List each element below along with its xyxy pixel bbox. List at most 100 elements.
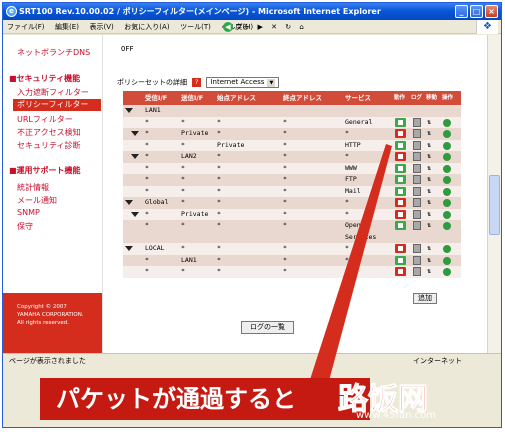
log-icon[interactable] <box>413 186 421 196</box>
pass-action-icon[interactable] <box>395 186 406 196</box>
sidebar-item-intrusion-detection[interactable]: 不正アクセス検知 <box>17 127 81 138</box>
sidebar-item-mail-notify[interactable]: メール通知 <box>17 195 57 206</box>
policy-set-select[interactable]: Internet Access ▼ <box>206 77 280 88</box>
move-arrows-icon[interactable]: ⇅ <box>427 243 431 255</box>
scrollbar-thumb[interactable] <box>489 175 500 235</box>
menu-favorites[interactable]: お気に入り(A) <box>120 20 173 34</box>
stop-icon[interactable]: ✕ <box>271 21 277 34</box>
log-icon[interactable] <box>413 198 421 207</box>
collapse-triangle-icon[interactable] <box>125 200 133 205</box>
operation-dot-icon[interactable] <box>443 153 451 161</box>
collapse-triangle-icon[interactable] <box>125 108 133 113</box>
table-cell: * <box>181 175 185 183</box>
log-icon[interactable] <box>413 163 421 173</box>
move-arrows-icon[interactable]: ⇅ <box>427 117 431 129</box>
table-cell: * <box>145 267 149 275</box>
operation-dot-icon[interactable] <box>443 256 451 265</box>
log-list-button[interactable]: ログの一覧 <box>241 321 294 334</box>
collapse-triangle-icon[interactable] <box>131 131 139 136</box>
sidebar-item-snmp[interactable]: SNMP <box>17 208 40 217</box>
collapse-triangle-icon[interactable] <box>125 246 133 251</box>
move-arrows-icon[interactable]: ⇅ <box>427 209 431 221</box>
log-icon[interactable] <box>413 244 421 253</box>
operation-dot-icon[interactable] <box>443 222 451 230</box>
pass-action-icon[interactable] <box>395 221 406 230</box>
help-icon[interactable]: ? <box>192 78 202 87</box>
move-arrows-icon[interactable]: ⇅ <box>427 163 431 175</box>
log-icon[interactable] <box>413 221 421 230</box>
table-cell: * <box>283 267 287 275</box>
move-arrows-icon[interactable]: ⇅ <box>427 174 431 186</box>
menu-edit[interactable]: 編集(E) <box>51 20 83 34</box>
pass-action-icon[interactable] <box>395 117 406 127</box>
move-arrows-icon[interactable]: ⇅ <box>427 186 431 198</box>
reject-action-icon[interactable] <box>395 198 406 207</box>
close-button[interactable]: × <box>485 5 498 18</box>
reject-action-icon[interactable] <box>395 152 406 161</box>
table-cell: * <box>145 209 149 218</box>
sidebar-item-netvolante-dns[interactable]: ネットボランチDNS <box>17 47 90 58</box>
sidebar-item-input-filter[interactable]: 入力遮断フィルター <box>17 87 89 98</box>
move-arrows-icon[interactable]: ⇅ <box>427 220 431 232</box>
operation-dot-icon[interactable] <box>443 130 451 138</box>
pass-action-icon[interactable] <box>395 140 406 150</box>
table-cell: * <box>181 198 185 206</box>
move-arrows-icon[interactable]: ⇅ <box>427 266 431 278</box>
operation-dot-icon[interactable] <box>443 245 451 253</box>
operation-dot-icon[interactable] <box>443 268 451 276</box>
reject-action-icon[interactable] <box>395 129 406 138</box>
operation-dot-icon[interactable] <box>443 176 451 184</box>
reject-action-icon[interactable] <box>395 267 406 276</box>
operation-dot-icon[interactable] <box>443 164 451 173</box>
move-arrows-icon[interactable]: ⇅ <box>427 140 431 152</box>
move-arrows-icon[interactable]: ⇅ <box>427 151 431 163</box>
operation-dot-icon[interactable] <box>443 187 451 196</box>
add-button[interactable]: 追加 <box>413 293 437 304</box>
minimize-button[interactable]: _ <box>455 5 468 18</box>
reject-action-icon[interactable] <box>395 209 406 219</box>
pass-action-icon[interactable] <box>395 175 406 184</box>
table-cell: * <box>217 209 221 218</box>
log-icon[interactable] <box>413 140 421 150</box>
maximize-button[interactable]: □ <box>470 5 483 18</box>
log-icon[interactable] <box>413 255 421 265</box>
pass-action-icon[interactable] <box>395 163 406 173</box>
table-cell: * <box>345 129 349 137</box>
pass-action-icon[interactable] <box>395 255 406 265</box>
move-arrows-icon[interactable]: ⇅ <box>427 255 431 267</box>
move-arrows-icon[interactable]: ⇅ <box>427 128 431 140</box>
home-icon[interactable]: ⌂ <box>299 21 303 34</box>
refresh-icon[interactable]: ↻ <box>285 21 291 34</box>
sidebar-item-security-diagnosis[interactable]: セキュリティ診断 <box>17 140 81 151</box>
operation-dot-icon[interactable] <box>443 118 451 127</box>
collapse-triangle-icon[interactable] <box>131 211 139 217</box>
operation-dot-icon[interactable] <box>443 141 451 150</box>
sidebar-item-maintenance[interactable]: 保守 <box>17 221 33 232</box>
table-header: 受信I/F 送信I/F 始点アドレス 終点アドレス サービス 動作 ログ 移動 … <box>123 91 461 105</box>
menu-view[interactable]: 表示(V) <box>85 20 117 34</box>
vertical-scrollbar[interactable] <box>487 35 501 353</box>
sidebar-item-policy-filter[interactable]: ポリシーフィルター <box>13 99 101 111</box>
operation-dot-icon[interactable] <box>443 210 451 219</box>
sidebar-item-url-filter[interactable]: URLフィルター <box>17 114 73 125</box>
collapse-triangle-icon[interactable] <box>131 154 139 159</box>
log-icon[interactable] <box>413 129 421 138</box>
log-icon[interactable] <box>413 267 421 276</box>
copyright-block: Copyright © 2007 YAMAHA CORPORATION. All… <box>3 293 102 353</box>
log-icon[interactable] <box>413 152 421 161</box>
log-icon[interactable] <box>413 175 421 184</box>
operation-dot-icon[interactable] <box>443 199 451 207</box>
log-icon[interactable] <box>413 117 421 127</box>
table-cell: * <box>181 163 185 172</box>
reject-action-icon[interactable] <box>395 244 406 253</box>
copyright-line: YAMAHA CORPORATION. <box>17 312 84 318</box>
log-icon[interactable] <box>413 209 421 219</box>
move-arrows-icon[interactable]: ⇅ <box>427 197 431 209</box>
menu-file[interactable]: ファイル(F) <box>3 20 49 34</box>
back-button[interactable]: ◀ 戻る <box>223 21 249 34</box>
forward-button[interactable]: ▶ <box>257 21 262 34</box>
table-cell: Private <box>181 129 209 137</box>
menu-tools[interactable]: ツール(T) <box>176 20 215 34</box>
table-cell: LOCAL <box>145 244 165 252</box>
sidebar-item-statistics[interactable]: 統計情報 <box>17 182 49 193</box>
